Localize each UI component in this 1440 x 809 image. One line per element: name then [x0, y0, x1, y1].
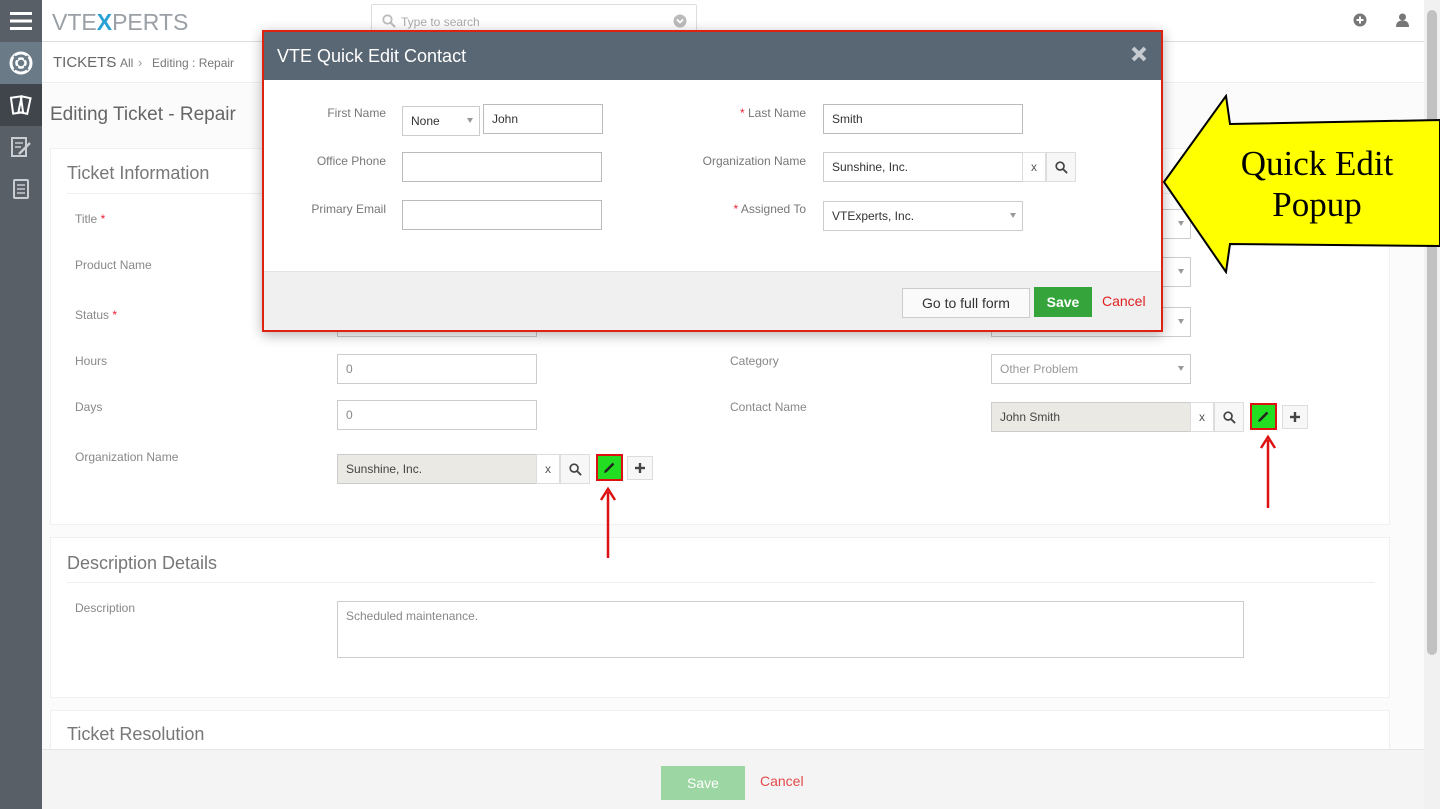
days-label: Days	[75, 400, 103, 414]
go-to-full-form-button[interactable]: Go to full form	[902, 288, 1030, 318]
edit-document-icon	[11, 137, 31, 157]
section-divider	[67, 582, 1375, 583]
section-title: Description Details	[67, 553, 218, 573]
search-icon	[568, 462, 582, 476]
quick-edit-contact-button[interactable]	[1250, 403, 1277, 430]
modal-footer: Go to full form Save Cancel	[264, 271, 1161, 330]
salutation-select[interactable]: None	[402, 106, 480, 136]
user-icon[interactable]	[1396, 13, 1409, 27]
category-select[interactable]: Other Problem	[991, 354, 1191, 384]
section-title: Ticket Resolution	[67, 724, 205, 744]
hours-label: Hours	[75, 354, 108, 368]
breadcrumb-separator: ›	[106, 55, 111, 70]
plus-icon	[635, 463, 645, 473]
search-icon	[1054, 160, 1068, 174]
modal-title: VTE Quick Edit Contact	[277, 46, 467, 66]
organization-name-label: Organization Name	[75, 450, 179, 464]
menu-toggle-button[interactable]	[0, 0, 42, 42]
quick-edit-contact-modal: VTE Quick Edit Contact First Name None J…	[262, 30, 1163, 332]
contact-name-input[interactable]: John Smith	[991, 402, 1191, 432]
left-sidebar	[0, 0, 42, 809]
last-name-label: * Last Name	[739, 106, 806, 120]
pencil-icon	[1258, 411, 1269, 422]
quick-edit-organization-button[interactable]	[596, 454, 623, 481]
modal-header: VTE Quick Edit Contact	[264, 32, 1161, 80]
search-placeholder: Type to search	[401, 15, 480, 29]
add-contact-button[interactable]	[1282, 405, 1308, 429]
days-input[interactable]: 0	[337, 400, 537, 430]
organization-name-input[interactable]: Sunshine, Inc.	[823, 152, 1023, 182]
add-circle-icon[interactable]	[1353, 13, 1367, 27]
red-arrow-annotation	[599, 486, 617, 558]
clear-organization-button[interactable]: x	[536, 454, 560, 484]
primary-email-label: Primary Email	[311, 202, 386, 216]
close-icon[interactable]	[1131, 46, 1147, 62]
modal-cancel-link[interactable]: Cancel	[1102, 293, 1146, 309]
last-name-input[interactable]: Smith	[823, 104, 1023, 134]
primary-email-input[interactable]	[402, 200, 602, 230]
hamburger-icon	[10, 12, 32, 30]
select-arrow-icon	[1178, 366, 1184, 371]
description-textarea[interactable]: Scheduled maintenance.	[337, 601, 1244, 658]
product-name-label: Product Name	[75, 258, 152, 272]
organization-name-label: Organization Name	[702, 154, 806, 168]
breadcrumb-filter[interactable]: All	[120, 56, 133, 70]
cancel-link[interactable]: Cancel	[760, 773, 804, 789]
breadcrumb-separator: ›	[138, 55, 143, 70]
description-label: Description	[75, 601, 136, 615]
section-title: Ticket Information	[67, 163, 210, 183]
clear-organization-button[interactable]: x	[1022, 152, 1046, 182]
category-label: Category	[730, 354, 779, 368]
form-footer: Save Cancel	[42, 749, 1424, 809]
search-icon	[382, 14, 396, 28]
hours-input[interactable]: 0	[337, 354, 537, 384]
assigned-to-label: * Assigned To	[733, 202, 807, 216]
office-phone-label: Office Phone	[316, 154, 386, 168]
callout-text: Quick Edit Popup	[1240, 144, 1394, 224]
search-icon	[1222, 410, 1236, 424]
contact-name-label: Contact Name	[730, 400, 807, 414]
status-label: Status *	[75, 308, 118, 322]
assigned-to-select[interactable]: VTExperts, Inc.	[823, 201, 1023, 231]
select-arrow-icon	[1010, 213, 1016, 218]
organization-name-input[interactable]: Sunshine, Inc.	[337, 454, 537, 484]
lifebuoy-icon	[9, 51, 33, 75]
description-details-block: Description Details Description Schedule…	[50, 537, 1390, 698]
plus-icon	[1290, 412, 1300, 422]
vtexperts-logo[interactable]: VTEXPERTS	[52, 9, 188, 36]
modal-save-button[interactable]: Save	[1034, 287, 1092, 317]
first-name-input[interactable]: John	[483, 104, 603, 134]
save-button[interactable]: Save	[661, 766, 745, 800]
rail-item-support[interactable]	[0, 42, 42, 84]
breadcrumb-record: Editing : Repair	[152, 56, 235, 70]
pencil-icon	[604, 462, 615, 473]
page-title: Editing Ticket - Repair	[50, 104, 236, 125]
office-phone-input[interactable]	[402, 152, 602, 182]
search-organization-button[interactable]	[1046, 152, 1076, 182]
ticket-resolution-block: Ticket Resolution	[50, 710, 1390, 749]
first-name-label: First Name	[327, 106, 386, 120]
rail-item-knowledge[interactable]	[0, 168, 42, 210]
rail-item-tickets[interactable]	[0, 84, 42, 126]
book-icon	[13, 179, 29, 199]
ticket-icon	[10, 95, 32, 116]
red-arrow-annotation	[1259, 434, 1277, 508]
chevron-down-icon[interactable]	[673, 14, 687, 28]
rail-item-edit[interactable]	[0, 126, 42, 168]
search-organization-button[interactable]	[560, 454, 590, 484]
select-arrow-icon	[1178, 319, 1184, 324]
clear-contact-button[interactable]: x	[1190, 402, 1214, 432]
search-contact-button[interactable]	[1214, 402, 1244, 432]
select-arrow-icon	[467, 118, 473, 123]
title-label: Title *	[75, 212, 106, 226]
add-organization-button[interactable]	[627, 456, 653, 480]
